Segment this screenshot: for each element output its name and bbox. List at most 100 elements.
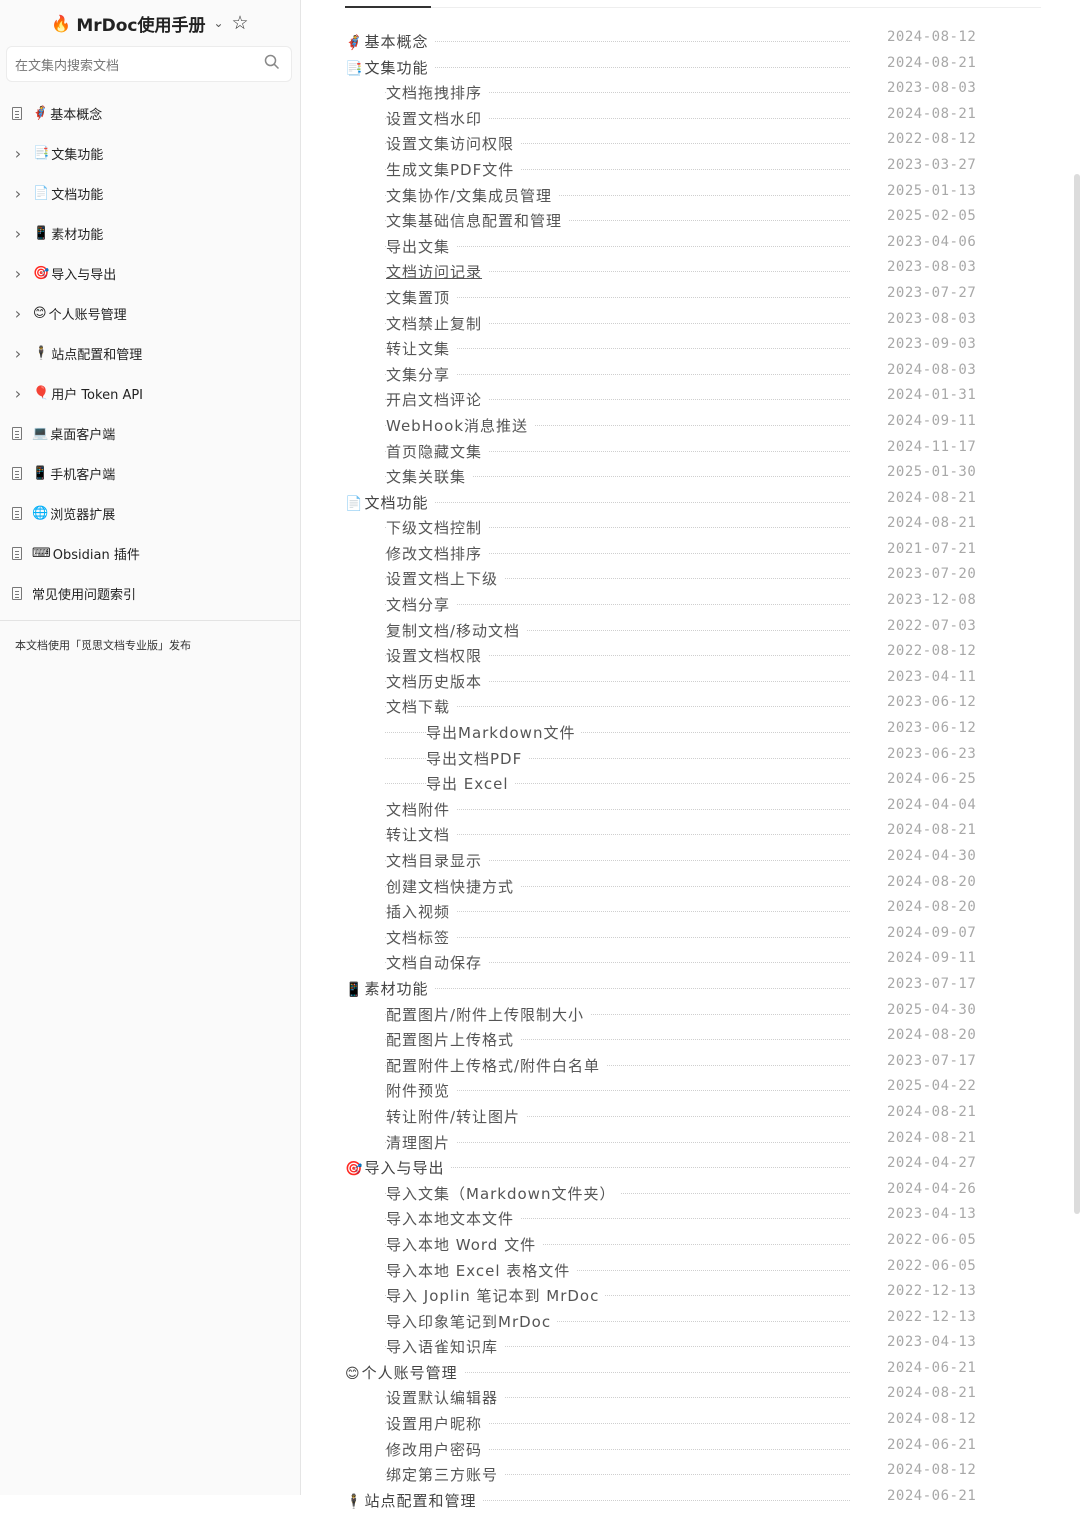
- chevron-right-icon[interactable]: ›: [11, 304, 25, 323]
- toc-row[interactable]: 创建文档快捷方式 2024-08-20: [345, 874, 985, 900]
- toc-row[interactable]: 文档禁止复制 2023-08-03: [345, 311, 985, 337]
- toc-row[interactable]: WebHook消息推送 2024-09-11: [345, 413, 985, 439]
- toc-link[interactable]: 复制文档/移动文档: [386, 619, 527, 641]
- sidebar-item[interactable]: › 📱 素材功能: [0, 213, 300, 253]
- toc-link[interactable]: 设置文档上下级: [386, 568, 505, 590]
- toc-row[interactable]: 🕴站点配置和管理 2024-06-21: [345, 1488, 985, 1513]
- toc-link[interactable]: 配置附件上传格式/附件白名单: [386, 1054, 607, 1076]
- chevron-right-icon[interactable]: ›: [11, 344, 25, 363]
- toc-link[interactable]: 导入 Joplin 笔记本到 MrDoc: [386, 1285, 606, 1307]
- toc-link[interactable]: 文档目录显示: [386, 850, 489, 871]
- toc-link[interactable]: 导出文档PDF: [426, 747, 529, 769]
- toc-link[interactable]: 导入本地文本文件: [386, 1208, 521, 1230]
- toc-link[interactable]: 设置文档水印: [386, 107, 489, 129]
- toc-row[interactable]: 😊个人账号管理 2024-06-21: [345, 1360, 985, 1386]
- toc-link[interactable]: 设置文档权限: [386, 645, 489, 667]
- toc-row[interactable]: 导入本地 Excel 表格文件 2022-06-05: [345, 1258, 985, 1284]
- toc-link[interactable]: 文集协作/文集成员管理: [386, 184, 559, 206]
- toc-link[interactable]: 下级文档控制: [386, 517, 489, 539]
- toc-row[interactable]: 修改用户密码 2024-06-21: [345, 1437, 985, 1463]
- toc-row[interactable]: 🎯导入与导出 2024-04-27: [345, 1155, 985, 1181]
- chevron-right-icon[interactable]: ›: [11, 384, 25, 403]
- toc-row[interactable]: 导入本地 Word 文件 2022-06-05: [345, 1232, 985, 1258]
- toc-row[interactable]: 文档目录显示 2024-04-30: [345, 848, 985, 874]
- toc-link[interactable]: 文集关联集: [386, 466, 473, 488]
- toc-row[interactable]: 设置用户昵称 2024-08-12: [345, 1411, 985, 1437]
- toc-link[interactable]: 📑文集功能: [345, 56, 435, 78]
- toc-link[interactable]: 📱素材功能: [345, 977, 435, 999]
- toc-link[interactable]: 导入本地 Word 文件: [386, 1233, 543, 1255]
- sidebar-item[interactable]: › 🕴 站点配置和管理: [0, 333, 300, 373]
- toc-row[interactable]: 导入本地文本文件 2023-04-13: [345, 1206, 985, 1232]
- toc-link[interactable]: 转让附件/转让图片: [386, 1105, 527, 1127]
- toc-link[interactable]: 开启文档评论: [386, 389, 489, 411]
- toc-link[interactable]: 导出文集: [386, 235, 457, 257]
- toc-row[interactable]: 导出 Excel 2024-06-25: [345, 771, 985, 797]
- toc-link[interactable]: 设置默认编辑器: [386, 1387, 505, 1409]
- toc-row[interactable]: 清理图片 2024-08-21: [345, 1130, 985, 1156]
- toc-row[interactable]: 配置图片上传格式 2024-08-20: [345, 1027, 985, 1053]
- sidebar-item[interactable]: 💻 桌面客户端: [0, 413, 300, 453]
- book-title[interactable]: MrDoc使用手册: [76, 11, 205, 36]
- scrollbar[interactable]: [1074, 174, 1080, 1214]
- toc-row[interactable]: 文集基础信息配置和管理 2025-02-05: [345, 208, 985, 234]
- toc-link[interactable]: 文档历史版本: [386, 670, 489, 692]
- toc-link[interactable]: 转让文档: [386, 824, 457, 846]
- toc-link[interactable]: 文档访问记录: [386, 261, 489, 283]
- toc-link[interactable]: 😊个人账号管理: [345, 1361, 464, 1383]
- toc-row[interactable]: 🦸基本概念 2024-08-12: [345, 29, 985, 55]
- toc-link[interactable]: 文档下载: [386, 696, 457, 718]
- toc-link[interactable]: 导入语雀知识库: [386, 1336, 505, 1358]
- toc-row[interactable]: 文档分享 2023-12-08: [345, 592, 985, 618]
- toc-row[interactable]: 📄文档功能 2024-08-21: [345, 490, 985, 516]
- toc-link[interactable]: 导入印象笔记到MrDoc: [386, 1310, 558, 1332]
- toc-link[interactable]: 设置用户昵称: [386, 1413, 489, 1435]
- toc-link[interactable]: 文集基础信息配置和管理: [386, 210, 569, 232]
- sidebar-item[interactable]: 常见使用问题索引: [0, 573, 300, 613]
- search-input[interactable]: [13, 55, 257, 77]
- sidebar-item[interactable]: › 📑 文集功能: [0, 133, 300, 173]
- toc-link[interactable]: 导出Markdown文件: [426, 722, 582, 744]
- sidebar-item[interactable]: › 🎯 导入与导出: [0, 253, 300, 293]
- toc-row[interactable]: 设置文档上下级 2023-07-20: [345, 566, 985, 592]
- toc-link[interactable]: 清理图片: [386, 1131, 457, 1153]
- toc-link[interactable]: 文档禁止复制: [386, 312, 489, 334]
- sidebar-item[interactable]: 🌐 浏览器扩展: [0, 493, 300, 533]
- toc-row[interactable]: 文档标签 2024-09-07: [345, 925, 985, 951]
- toc-link[interactable]: 导入本地 Excel 表格文件: [386, 1259, 577, 1281]
- toc-row[interactable]: 转让附件/转让图片 2024-08-21: [345, 1104, 985, 1130]
- toc-row[interactable]: 文档自动保存 2024-09-11: [345, 950, 985, 976]
- toc-row[interactable]: 文档历史版本 2023-04-11: [345, 669, 985, 695]
- toc-link[interactable]: 转让文集: [386, 338, 457, 360]
- sidebar-item[interactable]: › 📄 文档功能: [0, 173, 300, 213]
- toc-row[interactable]: 开启文档评论 2024-01-31: [345, 387, 985, 413]
- toc-link[interactable]: 插入视频: [386, 901, 457, 923]
- toc-row[interactable]: 设置默认编辑器 2024-08-21: [345, 1385, 985, 1411]
- toc-row[interactable]: 文档下载 2023-06-12: [345, 694, 985, 720]
- toc-row[interactable]: 导入语雀知识库 2023-04-13: [345, 1334, 985, 1360]
- toc-row[interactable]: 导入文集（Markdown文件夹） 2024-04-26: [345, 1181, 985, 1207]
- toc-row[interactable]: 导出Markdown文件 2023-06-12: [345, 720, 985, 746]
- chevron-right-icon[interactable]: ›: [11, 224, 25, 243]
- toc-row[interactable]: 设置文档水印 2024-08-21: [345, 106, 985, 132]
- sidebar-item[interactable]: › 🎈 用户 Token API: [0, 373, 300, 413]
- toc-row[interactable]: 首页隐藏文集 2024-11-17: [345, 439, 985, 465]
- toc-row[interactable]: 📱素材功能 2023-07-17: [345, 976, 985, 1002]
- toc-link[interactable]: 导入文集（Markdown文件夹）: [386, 1182, 622, 1204]
- toc-row[interactable]: 文档拖拽排序 2023-08-03: [345, 80, 985, 106]
- toc-link[interactable]: 首页隐藏文集: [386, 440, 489, 462]
- sidebar-item[interactable]: 🦸 基本概念: [0, 93, 300, 133]
- toc-link[interactable]: 📄文档功能: [345, 491, 435, 513]
- toc-link[interactable]: 文档标签: [386, 926, 457, 948]
- toc-row[interactable]: 生成文集PDF文件 2023-03-27: [345, 157, 985, 183]
- toc-row[interactable]: 导入 Joplin 笔记本到 MrDoc 2022-12-13: [345, 1283, 985, 1309]
- toc-row[interactable]: 文档附件 2024-04-04: [345, 797, 985, 823]
- chevron-right-icon[interactable]: ›: [11, 264, 25, 283]
- toc-row[interactable]: 文集协作/文集成员管理 2025-01-13: [345, 183, 985, 209]
- sidebar-item[interactable]: 📱 手机客户端: [0, 453, 300, 493]
- toc-row[interactable]: 转让文集 2023-09-03: [345, 336, 985, 362]
- toc-link[interactable]: 文档自动保存: [386, 952, 489, 974]
- sidebar-item[interactable]: ⌨ Obsidian 插件: [0, 533, 300, 573]
- toc-row[interactable]: 插入视频 2024-08-20: [345, 899, 985, 925]
- toc-link[interactable]: 文档附件: [386, 798, 457, 820]
